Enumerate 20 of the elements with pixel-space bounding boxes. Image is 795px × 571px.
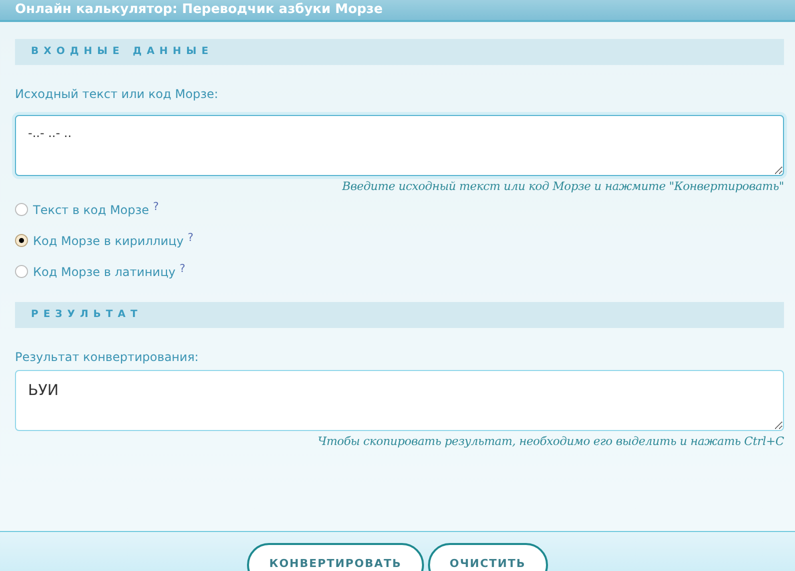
hint-text: Чтобы скопировать результат, необходимо его выделить и нажать Ctrl+C: [316, 434, 784, 448]
input-field[interactable]: -..- ..- ..: [15, 115, 784, 176]
action-button[interactable]: КОНВЕРТИРОВАТЬ: [247, 543, 424, 571]
page-title: Онлайн калькулятор: Переводчик азбуки Морзе: [15, 2, 383, 18]
field-label: Исходный текст или код Морзе:: [15, 87, 220, 103]
section-heading: ВХОДНЫЕ ДАННЫЕ: [15, 39, 784, 65]
radio-button[interactable]: [15, 265, 28, 278]
radio-label[interactable]: Код Морзе в кириллицу: [33, 234, 184, 248]
field-label: Результат конвертирования:: [15, 350, 200, 366]
radio-button[interactable]: [15, 234, 28, 247]
radio-label[interactable]: Код Морзе в латиницу: [33, 264, 176, 278]
radio-label[interactable]: Текст в код Морзе: [33, 202, 150, 216]
section-heading: РЕЗУЛЬТАТ: [15, 302, 784, 328]
help-link[interactable]: ?: [179, 262, 186, 275]
help-link[interactable]: ?: [188, 231, 194, 244]
hint-text: Введите исходный текст или код Морзе и нажмите "Конвертировать": [341, 179, 784, 193]
output-field[interactable]: ЬУИ: [15, 370, 784, 431]
help-link[interactable]: ?: [153, 200, 159, 213]
radio-button[interactable]: [15, 203, 28, 216]
action-button[interactable]: ОЧИСТИТЬ: [428, 543, 548, 571]
